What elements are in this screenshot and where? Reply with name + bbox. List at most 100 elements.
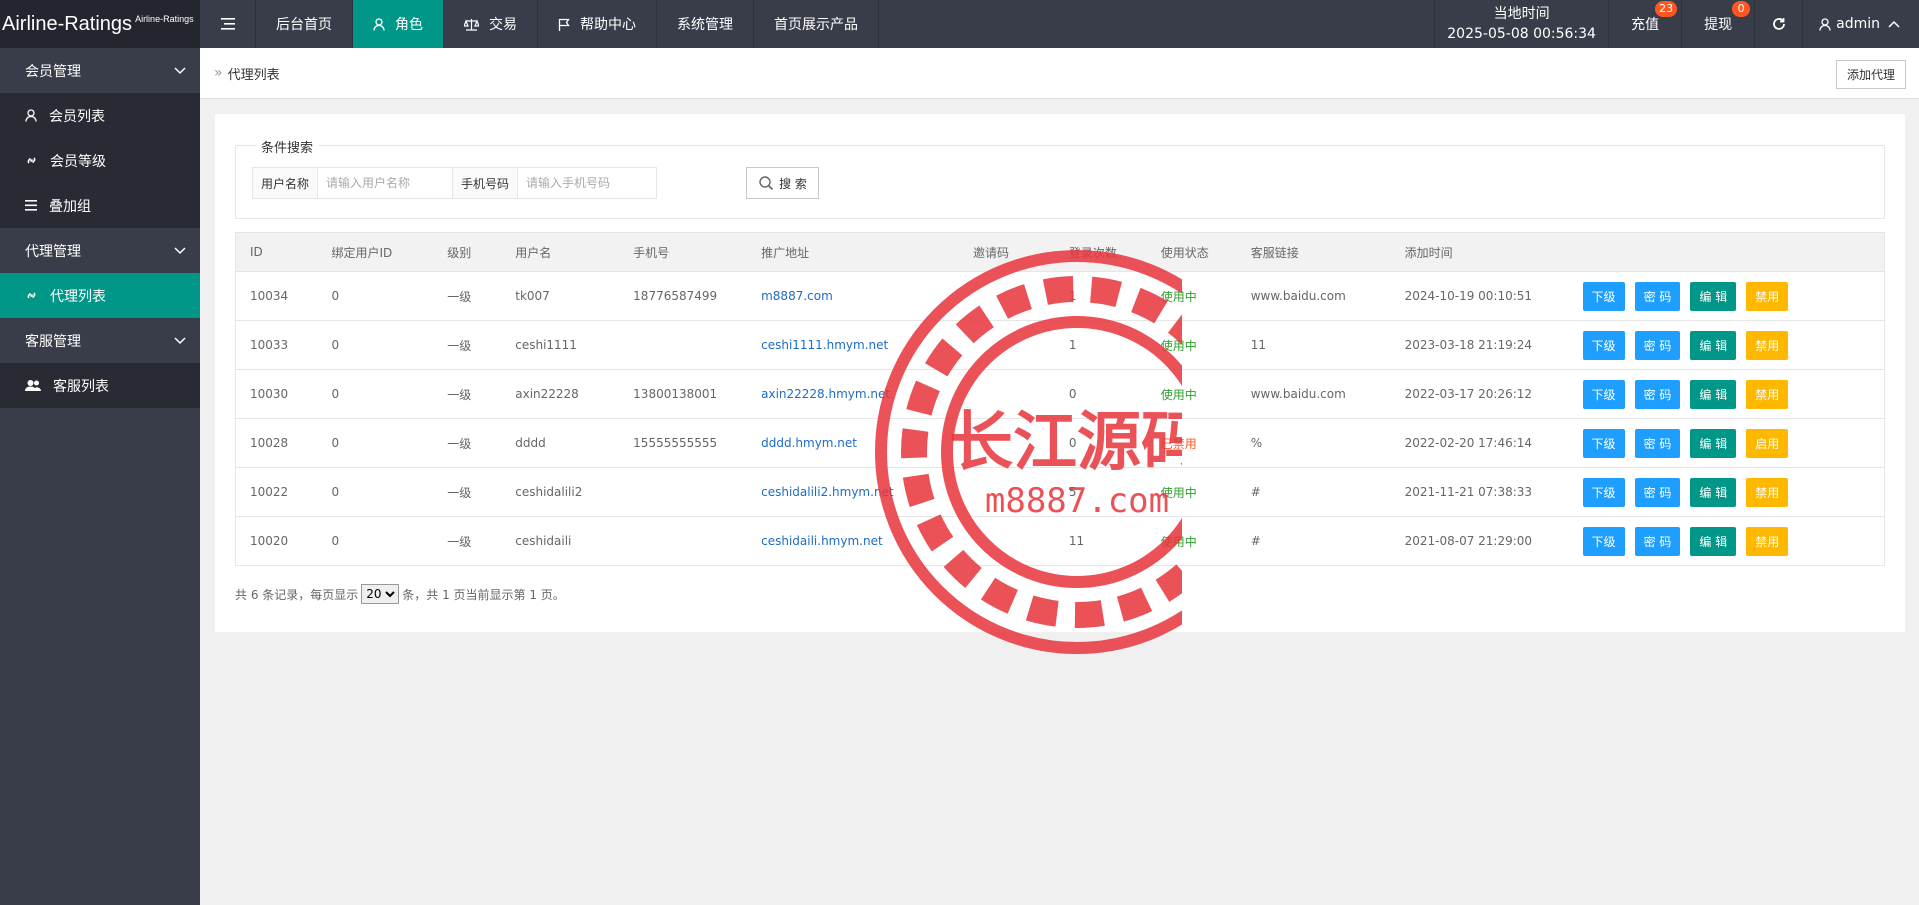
sidebar-group-2[interactable]: 客服管理 (0, 318, 200, 363)
cell-id: 10034 (235, 271, 318, 321)
cell-bind: 0 (317, 271, 434, 321)
toggle-status-button[interactable]: 禁用 (1746, 281, 1789, 311)
nav-item-label: 首页展示产品 (774, 17, 858, 33)
scale-icon (464, 18, 484, 31)
chevron-down-icon (174, 246, 186, 255)
nav-item-4[interactable]: 系统管理 (657, 0, 754, 48)
edit-button[interactable]: 编 辑 (1690, 330, 1737, 360)
sidebar-item-0-1[interactable]: 会员等级 (0, 138, 200, 183)
cell-id: 10030 (235, 369, 318, 419)
subordinate-button[interactable]: 下级 (1582, 379, 1625, 409)
menu-toggle-button[interactable] (200, 0, 256, 48)
cell-url[interactable]: m8887.com (747, 271, 959, 321)
sidebar-item-0-2[interactable]: 叠加组 (0, 183, 200, 228)
sidebar-item-1-0[interactable]: 代理列表 (0, 273, 200, 318)
cell-id: 10022 (235, 467, 318, 517)
password-button[interactable]: 密 码 (1634, 477, 1681, 507)
subordinate-button[interactable]: 下级 (1582, 330, 1625, 360)
username-input[interactable] (318, 168, 457, 198)
withdraw-button[interactable]: 提现 0 (1682, 0, 1756, 48)
link-icon (25, 154, 44, 167)
column-header-1: 绑定用户ID (317, 232, 434, 272)
cell-id: 10028 (235, 418, 318, 468)
cell-url[interactable]: dddd.hmym.net (747, 418, 959, 468)
sidebar-item-label: 会员列表 (49, 108, 105, 125)
sidebar-group-0[interactable]: 会员管理 (0, 48, 200, 93)
toggle-status-button[interactable]: 禁用 (1746, 477, 1789, 507)
subordinate-button[interactable]: 下级 (1582, 526, 1625, 556)
column-header-5: 推广地址 (747, 232, 959, 272)
recharge-button[interactable]: 充值 23 (1609, 0, 1683, 48)
search-button[interactable]: 搜 索 (746, 167, 819, 199)
username-field: 用户名称 (252, 167, 458, 199)
brand-subtitle: Airline-Ratings (135, 14, 194, 24)
toggle-status-button[interactable]: 禁用 (1746, 330, 1789, 360)
password-button[interactable]: 密 码 (1634, 428, 1681, 458)
table-row: 10020 0 一级 ceshidaili ceshidaili.hmym.net 11 使… (235, 516, 1885, 566)
cell-time: 2024-10-19 00:10:51 (1390, 271, 1569, 321)
cell-url[interactable]: ceshidaili.hmym.net (747, 516, 959, 566)
sidebar-group-1[interactable]: 代理管理 (0, 228, 200, 273)
cell-service: www.baidu.com (1236, 271, 1391, 321)
subordinate-button[interactable]: 下级 (1582, 281, 1625, 311)
toggle-status-button[interactable]: 禁用 (1746, 379, 1789, 409)
nav-item-5[interactable]: 首页展示产品 (754, 0, 879, 48)
refresh-button[interactable] (1755, 0, 1804, 48)
cell-username: dddd (501, 418, 620, 468)
cell-time: 2021-08-07 21:29:00 (1390, 516, 1569, 566)
sidebar-group-label: 客服管理 (25, 333, 81, 350)
cell-bind: 0 (317, 467, 434, 517)
column-header-11 (1568, 232, 1885, 272)
cell-url[interactable]: ceshidalili2.hmym.net (747, 467, 959, 517)
cell-username: ceshidaili (501, 516, 620, 566)
cell-level: 一级 (433, 516, 502, 566)
cell-time: 2021-11-21 07:38:33 (1390, 467, 1569, 517)
sidebar-item-label: 客服列表 (53, 378, 109, 395)
cell-actions: 下级密 码编 辑禁用 (1568, 320, 1885, 370)
edit-button[interactable]: 编 辑 (1690, 428, 1737, 458)
phone-input[interactable] (518, 168, 657, 198)
cell-bind: 0 (317, 320, 434, 370)
edit-button[interactable]: 编 辑 (1690, 526, 1737, 556)
sidebar-item-2-0[interactable]: 客服列表 (0, 363, 200, 408)
sidebar-item-label: 代理列表 (50, 288, 106, 305)
cell-time: 2022-03-17 20:26:12 (1390, 369, 1569, 419)
cell-code (959, 516, 1055, 566)
column-header-0: ID (235, 232, 318, 272)
password-button[interactable]: 密 码 (1634, 281, 1681, 311)
password-button[interactable]: 密 码 (1634, 379, 1681, 409)
cell-level: 一级 (433, 271, 502, 321)
cell-level: 一级 (433, 369, 502, 419)
sidebar-item-0-0[interactable]: 会员列表 (0, 93, 200, 138)
subordinate-button[interactable]: 下级 (1582, 428, 1625, 458)
search-button-label: 搜 索 (779, 176, 807, 191)
row-actions: 下级密 码编 辑禁用 (1582, 379, 1884, 409)
user-icon (25, 109, 43, 122)
edit-button[interactable]: 编 辑 (1690, 477, 1737, 507)
flag-icon (558, 18, 575, 31)
edit-button[interactable]: 编 辑 (1690, 281, 1737, 311)
cell-url[interactable]: axin22228.hmym.net (747, 369, 959, 419)
nav-item-1[interactable]: 角色 (353, 0, 444, 48)
pager-prefix: 共 6 条记录，每页显示 (235, 587, 359, 602)
cell-service: 11 (1236, 320, 1391, 370)
cell-actions: 下级密 码编 辑禁用 (1568, 516, 1885, 566)
password-button[interactable]: 密 码 (1634, 526, 1681, 556)
subordinate-button[interactable]: 下级 (1582, 477, 1625, 507)
edit-button[interactable]: 编 辑 (1690, 379, 1737, 409)
nav-item-0[interactable]: 后台首页 (256, 0, 353, 48)
refresh-icon (1772, 18, 1785, 30)
password-button[interactable]: 密 码 (1634, 330, 1681, 360)
page-size-select[interactable]: 20 (361, 584, 400, 604)
cell-bind: 0 (317, 418, 434, 468)
cell-url[interactable]: ceshi1111.hmym.net (747, 320, 959, 370)
cell-phone: 18776587499 (619, 271, 748, 321)
nav-item-2[interactable]: 交易 (444, 0, 538, 48)
row-actions: 下级密 码编 辑禁用 (1582, 477, 1884, 507)
nav-item-3[interactable]: 帮助中心 (538, 0, 657, 48)
user-menu[interactable]: admin (1803, 0, 1919, 48)
toggle-status-button[interactable]: 启用 (1746, 428, 1789, 458)
cell-id: 10020 (235, 516, 318, 566)
toggle-status-button[interactable]: 禁用 (1746, 526, 1789, 556)
add-agent-button[interactable]: 添加代理 (1835, 60, 1906, 89)
